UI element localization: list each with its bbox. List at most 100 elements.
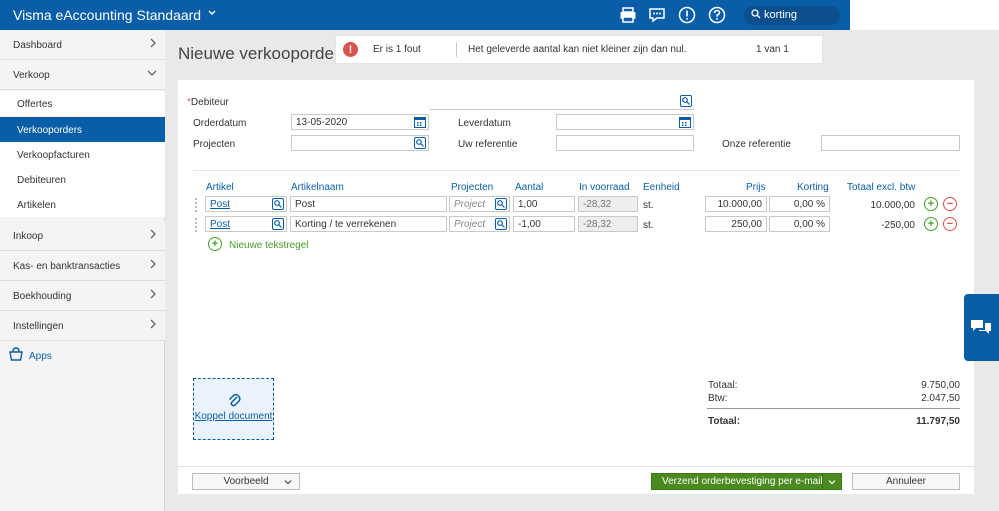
add-row-icon[interactable]: +: [924, 197, 938, 211]
sidebar-subitem-debiteuren[interactable]: Debiteuren: [0, 167, 165, 192]
chevron-right-icon: [149, 38, 157, 51]
brand-bar: Visma eAccounting Standaard korting: [0, 0, 850, 30]
project-input[interactable]: Project: [449, 196, 510, 212]
chevron-down-icon[interactable]: [822, 474, 841, 489]
divider: [193, 170, 960, 171]
sidebar-item-kas-bank[interactable]: Kas- en banktransacties: [0, 251, 165, 281]
aantal-input[interactable]: -1,00: [513, 216, 575, 232]
prijs-input[interactable]: 10.000,00: [705, 196, 767, 212]
orderdatum-value: 13-05-2020: [296, 117, 348, 128]
paperclip-icon: [227, 392, 241, 411]
add-row-icon[interactable]: +: [924, 217, 938, 231]
col-header-eenheid: Eenheid: [643, 182, 680, 193]
totals-btw-value: 2.047,50: [921, 393, 960, 404]
sidebar-subitem-artikelen[interactable]: Artikelen: [0, 192, 165, 217]
sidebar-item-verkoop[interactable]: Verkoop: [0, 60, 165, 90]
col-header-artikelnaam: Artikelnaam: [291, 182, 344, 193]
sidebar-item-label: Inkoop: [13, 231, 44, 242]
sidebar-subitem-label: Debiteuren: [17, 175, 66, 186]
drag-handle-icon[interactable]: [195, 218, 199, 232]
chat-widget[interactable]: [964, 294, 999, 361]
add-text-line-icon[interactable]: +: [208, 237, 222, 251]
korting-input[interactable]: 0,00 %: [769, 216, 830, 232]
onze-referentie-input[interactable]: [821, 135, 960, 151]
leverdatum-input[interactable]: [556, 114, 694, 130]
projecten-input[interactable]: [291, 135, 429, 151]
apps-label: Apps: [29, 351, 52, 362]
error-separator: [456, 42, 457, 57]
sidebar-subitem-offertes[interactable]: Offertes: [0, 91, 165, 116]
sidebar-item-apps[interactable]: Apps: [0, 341, 165, 371]
col-header-artikel: Artikel: [206, 182, 234, 193]
print-icon[interactable]: [618, 5, 638, 25]
chevron-right-icon: [149, 259, 157, 272]
leverdatum-label: Leverdatum: [458, 118, 511, 129]
lookup-icon[interactable]: [495, 198, 507, 213]
totals-grand-value: 11.797,50: [916, 416, 960, 427]
sidebar-subitem-label: Offertes: [17, 99, 53, 110]
uw-referentie-input[interactable]: [556, 135, 694, 151]
sidebar-item-dashboard[interactable]: Dashboard: [0, 30, 165, 60]
aantal-input[interactable]: 1,00: [513, 196, 575, 212]
chat-icon[interactable]: [647, 5, 667, 25]
col-header-korting: Korting: [797, 182, 829, 193]
orderdatum-label: Orderdatum: [193, 118, 247, 129]
korting-input[interactable]: 0,00 %: [769, 196, 830, 212]
chevron-down-icon[interactable]: [207, 8, 217, 21]
artikelnaam-input[interactable]: Post: [290, 196, 447, 212]
sidebar-subitem-label: Artikelen: [17, 200, 56, 211]
sidebar-item-label: Verkoop: [13, 70, 50, 81]
project-input[interactable]: Project: [449, 216, 510, 232]
totaal-value: -250,00: [881, 220, 915, 231]
remove-row-icon[interactable]: −: [943, 217, 957, 231]
sidebar-subitem-label: Verkoopfacturen: [17, 150, 90, 161]
lookup-icon[interactable]: [272, 198, 284, 213]
error-count: Er is 1 fout: [373, 44, 421, 55]
search-icon: [751, 9, 761, 22]
remove-row-icon[interactable]: −: [943, 197, 957, 211]
col-header-totaal: Totaal excl. btw: [847, 182, 916, 193]
drag-handle-icon[interactable]: [195, 198, 199, 212]
send-button-label: Verzend orderbevestiging per e-mail: [662, 476, 823, 487]
sidebar-item-label: Boekhouding: [13, 291, 72, 302]
calendar-icon[interactable]: [414, 116, 426, 131]
lookup-icon[interactable]: [680, 95, 692, 110]
add-text-line-link[interactable]: Nieuwe tekstregel: [229, 240, 308, 251]
preview-button[interactable]: Voorbeeld: [192, 473, 300, 490]
cancel-button[interactable]: Annuleer: [852, 473, 960, 490]
error-icon: !: [343, 42, 358, 57]
attach-document-label: Koppel document: [194, 411, 273, 422]
sidebar-item-instellingen[interactable]: Instellingen: [0, 311, 165, 341]
sidebar-subitem-verkoopfacturen[interactable]: Verkoopfacturen: [0, 142, 165, 167]
artikelnaam-input[interactable]: Korting / te verrekenen: [290, 216, 447, 232]
totals-grand-label: Totaal:: [708, 416, 741, 427]
calendar-icon[interactable]: [679, 116, 691, 131]
cancel-button-label: Annuleer: [885, 476, 927, 487]
totals-btw-label: Btw:: [708, 393, 728, 404]
prijs-input[interactable]: 250,00: [705, 216, 767, 232]
debiteur-input[interactable]: [430, 94, 694, 110]
top-bar: Visma eAccounting Standaard korting: [0, 0, 999, 30]
error-message[interactable]: Het geleverde aantal kan niet kleiner zi…: [468, 44, 686, 55]
orderdatum-input[interactable]: 13-05-2020: [291, 114, 429, 130]
sidebar-subitem-verkooporders[interactable]: Verkooporders: [0, 117, 165, 142]
chevron-right-icon: [149, 229, 157, 242]
sidebar-item-boekhouding[interactable]: Boekhouding: [0, 281, 165, 311]
artikel-input[interactable]: Post: [205, 196, 287, 212]
totals-divider: [707, 408, 960, 409]
send-confirmation-button[interactable]: Verzend orderbevestiging per e-mail: [651, 473, 842, 490]
lookup-icon[interactable]: [414, 137, 426, 152]
alert-icon[interactable]: [677, 5, 697, 25]
search-input[interactable]: korting: [744, 6, 840, 25]
col-header-in-voorraad: In voorraad: [579, 182, 630, 193]
preview-button-label: Voorbeeld: [223, 476, 269, 487]
sidebar-item-label: Dashboard: [13, 40, 62, 51]
lookup-icon[interactable]: [272, 218, 284, 233]
lookup-icon[interactable]: [495, 218, 507, 233]
app-title[interactable]: Visma eAccounting Standaard: [13, 7, 201, 23]
totals-subtotal-value: 9.750,00: [921, 380, 960, 391]
artikel-input[interactable]: Post: [205, 216, 287, 232]
help-icon[interactable]: [707, 5, 727, 25]
sidebar-item-inkoop[interactable]: Inkoop: [0, 221, 165, 251]
attach-document-dropzone[interactable]: Koppel document: [193, 378, 274, 440]
